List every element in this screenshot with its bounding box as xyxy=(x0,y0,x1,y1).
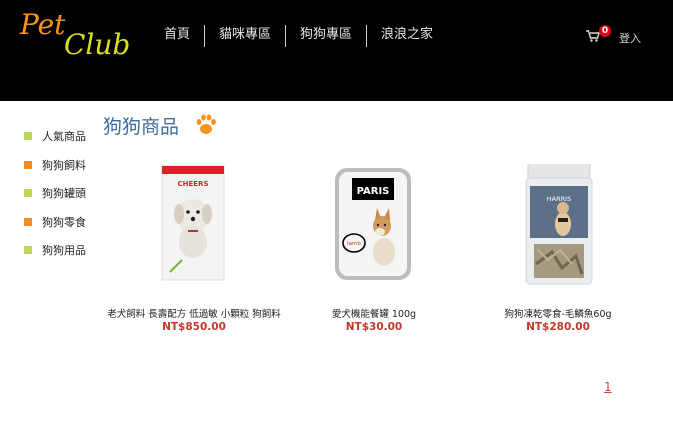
nav-dog-zone[interactable]: 狗狗專區 xyxy=(286,24,366,48)
product-card[interactable]: HARRIS 狗狗凍乾零食-毛鱗魚60g NT$280.00 xyxy=(468,164,648,339)
nav-stray-home[interactable]: 浪浪之家 xyxy=(367,24,447,48)
product-card[interactable]: CHEERS 老犬飼料 長壽配方 低過敏 小顆粒 狗飼料 NT$850.00 xyxy=(104,164,284,339)
site-header: Pet Club 首頁 貓咪專區 狗狗專區 浪浪之家 0 登入 xyxy=(0,0,673,101)
sidebar-item-label: 人氣商品 xyxy=(42,130,86,144)
dog-can-image: PARIS lamb xyxy=(335,168,411,280)
freeze-dried-treat-jar-image: HARRIS xyxy=(525,164,593,285)
can-brand-text: PARIS xyxy=(357,186,390,197)
jar-brand-text: HARRIS xyxy=(547,195,571,203)
pagination-page-1[interactable]: 1 xyxy=(604,380,612,394)
category-sidebar: 人氣商品 狗狗飼料 狗狗罐頭 狗狗零食 狗狗用品 xyxy=(24,122,104,265)
sidebar-item-dog-supplies[interactable]: 狗狗用品 xyxy=(24,236,104,265)
product-name[interactable]: 老犬飼料 長壽配方 低過敏 小顆粒 狗飼料 xyxy=(104,306,284,320)
product-price: NT$280.00 xyxy=(526,321,590,333)
nav-home[interactable]: 首頁 xyxy=(150,24,204,48)
sidebar-item-dog-cans[interactable]: 狗狗罐頭 xyxy=(24,179,104,208)
main-nav: 首頁 貓咪專區 狗狗專區 浪浪之家 xyxy=(150,24,447,48)
bullet-icon xyxy=(24,246,32,255)
pet-club-logo[interactable]: Pet Club xyxy=(20,8,130,64)
can-tag-text: lamb xyxy=(347,241,361,247)
cart-icon xyxy=(586,30,600,42)
sidebar-item-label: 狗狗飼料 xyxy=(42,158,86,172)
cart-button[interactable]: 0 xyxy=(586,25,614,48)
product-card[interactable]: PARIS lamb 愛犬機能餐罐 100g NT$30.00 xyxy=(284,164,464,339)
product-price: NT$850.00 xyxy=(162,321,226,333)
nav-cat-zone[interactable]: 貓咪專區 xyxy=(205,24,285,48)
bullet-icon xyxy=(24,217,32,226)
bullet-icon xyxy=(24,132,32,141)
sidebar-item-dog-food[interactable]: 狗狗飼料 xyxy=(24,151,104,180)
paw-icon xyxy=(196,114,216,134)
dog-food-bag-image: CHEERS xyxy=(161,165,225,281)
sidebar-item-label: 狗狗罐頭 xyxy=(42,187,86,201)
bullet-icon xyxy=(24,189,32,198)
product-name[interactable]: 愛犬機能餐罐 100g xyxy=(284,306,464,320)
product-name[interactable]: 狗狗凍乾零食-毛鱗魚60g xyxy=(468,306,648,320)
logo-word-club: Club xyxy=(64,28,131,61)
sidebar-item-label: 狗狗零食 xyxy=(42,215,86,229)
logo-word-pet: Pet xyxy=(20,8,66,41)
sidebar-item-label: 狗狗用品 xyxy=(42,244,86,258)
sidebar-item-popular[interactable]: 人氣商品 xyxy=(24,122,104,151)
sidebar-item-dog-snacks[interactable]: 狗狗零食 xyxy=(24,208,104,237)
bullet-icon xyxy=(24,160,32,169)
product-price: NT$30.00 xyxy=(345,321,403,333)
section-title: 狗狗商品 xyxy=(103,116,180,138)
bag-brand-text: CHEERS xyxy=(178,180,209,188)
cart-count-badge: 0 xyxy=(599,25,611,37)
login-link[interactable]: 登入 xyxy=(619,30,641,46)
